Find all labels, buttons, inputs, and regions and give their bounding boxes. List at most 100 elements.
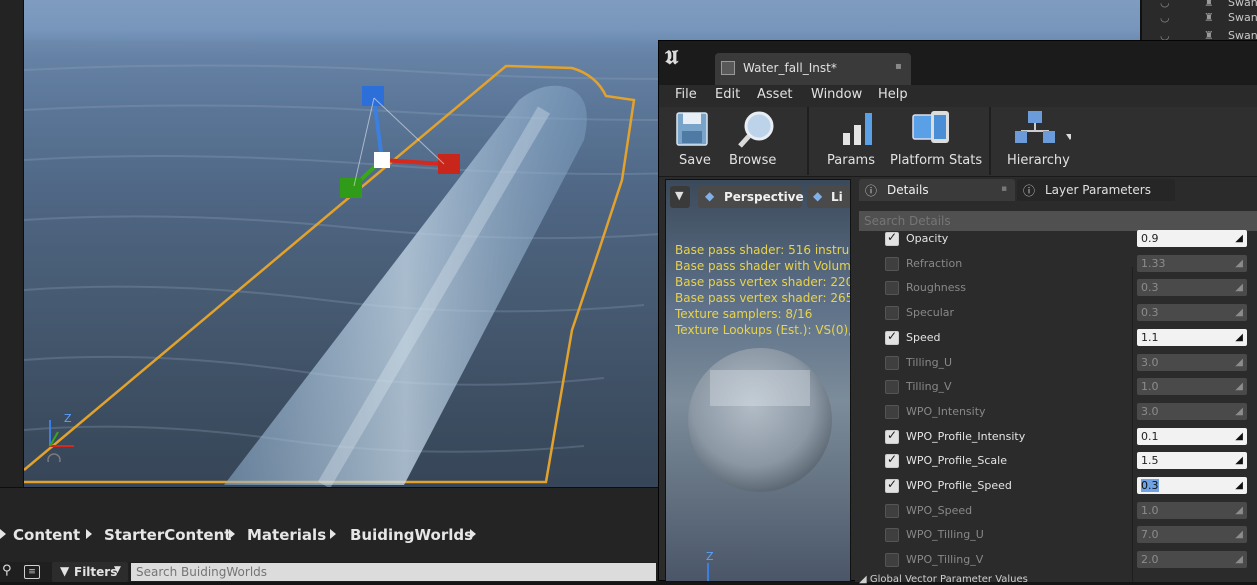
- drag-handle-icon[interactable]: ◢: [1235, 279, 1243, 296]
- menu-window[interactable]: Window: [811, 87, 862, 102]
- param-override-checkbox[interactable]: [885, 256, 899, 271]
- param-name: WPO_Profile_Intensity: [906, 429, 1026, 443]
- stat-line: Base pass shader with Volumet: [675, 259, 851, 273]
- param-row[interactable]: WPO_Tilling_V 2.0 ◢: [855, 549, 1257, 573]
- param-override-checkbox[interactable]: [885, 404, 899, 419]
- drag-handle-icon[interactable]: ◢: [1235, 551, 1243, 568]
- param-value-field[interactable]: 0.3 ◢: [1137, 304, 1247, 322]
- breadcrumb-separator-icon[interactable]: [330, 529, 336, 539]
- close-tab-icon[interactable]: ▪: [895, 61, 902, 72]
- drag-handle-icon[interactable]: ◢: [1235, 403, 1243, 420]
- breadcrumb-buidingworlds[interactable]: BuidingWorlds: [350, 526, 473, 544]
- drag-handle-icon[interactable]: ◢: [1235, 230, 1243, 247]
- param-override-checkbox[interactable]: [885, 428, 899, 444]
- param-row[interactable]: Roughness 0.3 ◢: [855, 277, 1257, 301]
- preview-viewport[interactable]: ▼ ◆ Perspective ◆ Li Base pass shader: 5…: [665, 179, 851, 582]
- outliner-row[interactable]: ◡ ♜ Swan: [1142, 0, 1257, 10]
- outliner-row[interactable]: ◡ ♜ Swan: [1142, 11, 1257, 25]
- list-view-icon[interactable]: ≡: [24, 565, 40, 579]
- filters-button[interactable]: ▼ Filters ▼: [52, 562, 128, 582]
- details-panel: ⓘ Details ▪ ⓘ Layer Parameters Opacity 0.…: [855, 177, 1257, 585]
- eye-icon[interactable]: ◡: [1160, 0, 1170, 9]
- param-value-text: 0.3: [1141, 306, 1159, 320]
- menu-help[interactable]: Help: [878, 87, 908, 102]
- param-row[interactable]: WPO_Intensity 3.0 ◢: [855, 401, 1257, 425]
- param-override-checkbox[interactable]: [885, 452, 899, 469]
- drag-handle-icon[interactable]: ◢: [1235, 526, 1243, 543]
- param-value-field[interactable]: 1.1 ◢: [1137, 328, 1247, 346]
- param-row[interactable]: Speed 1.1 ◢: [855, 327, 1257, 351]
- param-value-field[interactable]: 0.1 ◢: [1137, 427, 1247, 445]
- asset-tab[interactable]: Water_fall_Inst* ▪: [715, 53, 911, 85]
- breadcrumb-materials[interactable]: Materials: [247, 526, 326, 544]
- param-row[interactable]: Refraction 1.33 ◢: [855, 253, 1257, 277]
- param-value-field[interactable]: 0.3 ◢: [1137, 279, 1247, 297]
- param-override-checkbox[interactable]: [885, 329, 899, 345]
- param-override-checkbox[interactable]: [885, 230, 899, 246]
- breadcrumb-separator-icon[interactable]: [470, 529, 476, 539]
- tab-details[interactable]: ⓘ Details ▪: [859, 179, 1015, 201]
- stat-line: Texture Lookups (Est.): VS(0), P: [675, 323, 851, 337]
- menu-edit[interactable]: Edit: [715, 87, 740, 102]
- gizmo-x-handle[interactable]: [438, 154, 460, 174]
- param-override-checkbox[interactable]: [885, 477, 899, 493]
- param-value-field[interactable]: 7.0 ◢: [1137, 526, 1247, 544]
- chevron-down-icon: ▼: [675, 189, 684, 202]
- perspective-button[interactable]: ◆ Perspective: [698, 186, 804, 208]
- param-override-checkbox[interactable]: [885, 380, 899, 395]
- param-override-checkbox[interactable]: [885, 553, 899, 568]
- param-override-checkbox[interactable]: [885, 503, 899, 518]
- param-value-field[interactable]: 3.0 ◢: [1137, 353, 1247, 371]
- drag-handle-icon[interactable]: ◢: [1235, 329, 1243, 346]
- drag-handle-icon[interactable]: ◢: [1235, 255, 1243, 272]
- param-override-checkbox[interactable]: [885, 528, 899, 543]
- lit-button[interactable]: ◆ Li: [807, 186, 850, 208]
- breadcrumb-startercontent[interactable]: StarterContent: [104, 526, 231, 544]
- editor-menubar: [659, 85, 1257, 107]
- param-value-field[interactable]: 0.3 ◢: [1137, 477, 1247, 494]
- param-row[interactable]: WPO_Profile_Scale 1.5 ◢: [855, 450, 1257, 474]
- param-row[interactable]: WPO_Tilling_U 7.0 ◢: [855, 524, 1257, 548]
- gizmo-center-handle[interactable]: [374, 152, 390, 168]
- param-row[interactable]: Opacity 0.9 ◢: [855, 228, 1257, 252]
- param-row[interactable]: Specular 0.3 ◢: [855, 302, 1257, 326]
- tab-layer-parameters[interactable]: ⓘ Layer Parameters: [1017, 179, 1175, 201]
- menu-asset[interactable]: Asset: [757, 87, 793, 102]
- param-row[interactable]: WPO_Speed 1.0 ◢: [855, 500, 1257, 524]
- drag-handle-icon[interactable]: ◢: [1235, 477, 1243, 494]
- param-value-field[interactable]: 0.9 ◢: [1137, 230, 1247, 247]
- param-value-field[interactable]: 1.33 ◢: [1137, 254, 1247, 272]
- param-value-field[interactable]: 1.0 ◢: [1137, 501, 1247, 519]
- world-outliner[interactable]: ◡ ♜ Swan ◡ ♜ Swan ◡ ♜ Swan: [1140, 0, 1257, 42]
- param-override-checkbox[interactable]: [885, 306, 899, 321]
- param-override-checkbox[interactable]: [885, 281, 899, 296]
- param-value-field[interactable]: 2.0 ◢: [1137, 551, 1247, 569]
- breadcrumb-separator-icon[interactable]: [86, 529, 92, 539]
- drag-handle-icon[interactable]: ◢: [1235, 354, 1243, 371]
- menu-file[interactable]: File: [675, 87, 697, 102]
- drag-handle-icon[interactable]: ◢: [1235, 502, 1243, 519]
- breadcrumb-content[interactable]: Content: [13, 526, 80, 544]
- param-row[interactable]: Tilling_U 3.0 ◢: [855, 352, 1257, 376]
- param-row[interactable]: Tilling_V 1.0 ◢: [855, 376, 1257, 400]
- search-icon[interactable]: ⚲: [2, 563, 12, 578]
- drag-handle-icon[interactable]: ◢: [1235, 452, 1243, 469]
- param-value-text: 0.3: [1141, 281, 1159, 295]
- drag-handle-icon[interactable]: ◢: [1235, 304, 1243, 321]
- breadcrumb-separator-icon[interactable]: [229, 529, 235, 539]
- drag-handle-icon[interactable]: ◢: [1235, 428, 1243, 445]
- param-value-field[interactable]: 1.5 ◢: [1137, 452, 1247, 470]
- param-value-field[interactable]: 1.0 ◢: [1137, 378, 1247, 396]
- section-header[interactable]: ◢ Global Vector Parameter Values: [859, 574, 1028, 585]
- content-search-input[interactable]: [131, 563, 656, 581]
- param-override-checkbox[interactable]: [885, 355, 899, 370]
- param-value-field[interactable]: 3.0 ◢: [1137, 402, 1247, 420]
- preview-options-button[interactable]: ▼: [670, 186, 690, 208]
- eye-icon[interactable]: ◡: [1160, 11, 1170, 24]
- gizmo-y-handle[interactable]: [340, 178, 362, 198]
- close-tab-icon[interactable]: ▪: [1001, 184, 1007, 194]
- drag-handle-icon[interactable]: ◢: [1235, 378, 1243, 395]
- filter-funnel-icon: ▼: [60, 564, 70, 578]
- param-row[interactable]: WPO_Profile_Speed 0.3 ◢: [855, 475, 1257, 499]
- param-row[interactable]: WPO_Profile_Intensity 0.1 ◢: [855, 426, 1257, 450]
